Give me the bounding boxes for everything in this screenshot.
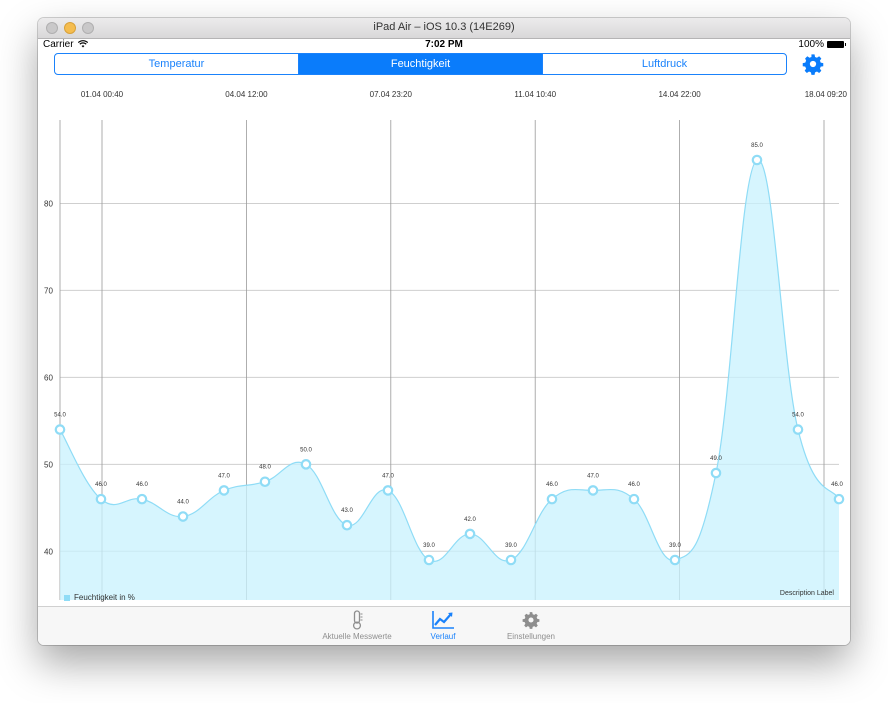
status-bar: Carrier 7:02 PM 100% <box>38 38 850 52</box>
tab-einstellungen[interactable]: Einstellungen <box>493 610 569 641</box>
data-value-label: 42.0 <box>464 517 476 523</box>
chart-legend: Feuchtigkeit in % <box>64 593 135 602</box>
data-value-label: 46.0 <box>95 482 107 488</box>
data-point <box>587 485 599 496</box>
x-tick-label: 07.04 23:20 <box>370 90 413 99</box>
y-tick-label: 80 <box>44 199 53 208</box>
data-value-label: 47.0 <box>218 473 230 479</box>
data-value-label: 46.0 <box>628 482 640 488</box>
data-point <box>464 528 476 540</box>
legend-swatch <box>64 594 70 601</box>
data-value-label: 43.0 <box>341 508 353 514</box>
data-point <box>505 554 517 566</box>
status-time: 7:02 PM <box>425 39 463 50</box>
data-point <box>136 493 148 505</box>
tab-label-verlauf: Verlauf <box>430 632 456 641</box>
data-point <box>792 424 804 435</box>
data-value-label: 39.0 <box>423 543 435 549</box>
gear-icon <box>522 612 540 629</box>
data-value-label: 50.0 <box>300 447 312 453</box>
simulator-window: iPad Air – iOS 10.3 (14E269) Carrier 7:0… <box>38 18 850 645</box>
data-point <box>833 493 845 505</box>
tab-verlauf[interactable]: Verlauf <box>405 610 481 641</box>
x-tick-label: 14.04 22:00 <box>658 90 701 99</box>
humidity-line-chart: 40 50 60 70 80 01.04 00:40 04.04 12:00 07.04 23… <box>44 90 848 600</box>
data-point <box>710 467 722 479</box>
data-point <box>54 424 66 435</box>
window-title: iPad Air – iOS 10.3 (14E269) <box>373 21 515 33</box>
data-value-label: 46.0 <box>136 482 148 488</box>
data-value-label: 39.0 <box>505 543 517 549</box>
tab-label-aktuelle-messwerte: Aktuelle Messwerte <box>322 632 392 641</box>
x-tick-label: 11.04 10:40 <box>514 90 556 99</box>
y-tick-label: 40 <box>44 547 53 556</box>
thermometer-icon <box>352 610 363 630</box>
settings-gear-button[interactable] <box>802 53 824 75</box>
data-value-label: 54.0 <box>792 413 804 419</box>
segment-temperatur[interactable]: Temperatur <box>55 54 298 74</box>
data-point <box>751 154 763 166</box>
data-value-label: 46.0 <box>546 482 558 488</box>
data-value-label: 39.0 <box>669 543 681 549</box>
data-point <box>669 554 681 566</box>
y-tick-label: 70 <box>44 286 53 295</box>
data-value-label: 48.0 <box>259 465 271 471</box>
battery-percent: 100% <box>798 39 824 50</box>
data-point <box>628 493 640 505</box>
data-value-label: 47.0 <box>382 473 394 479</box>
data-point <box>382 485 394 496</box>
segment-feuchtigkeit[interactable]: Feuchtigkeit <box>298 54 542 74</box>
data-value-label: 47.0 <box>587 473 599 479</box>
battery-icon <box>827 41 846 48</box>
data-value-label: 44.0 <box>177 500 189 506</box>
data-point <box>300 459 312 470</box>
y-tick-label: 60 <box>44 373 53 382</box>
tab-bar: Aktuelle Messwerte Verlauf Einstellungen <box>38 606 850 645</box>
x-tick-label: 01.04 00:40 <box>81 90 124 99</box>
x-tick-label: 04.04 12:00 <box>225 90 268 99</box>
data-point <box>177 511 189 522</box>
data-point <box>546 493 558 505</box>
gear-icon <box>802 54 824 75</box>
segment-luftdruck[interactable]: Luftdruck <box>542 54 786 74</box>
data-point <box>95 493 107 505</box>
measurement-segmented-control: Temperatur Feuchtigkeit Luftdruck <box>54 53 787 75</box>
tab-label-einstellungen: Einstellungen <box>506 632 556 641</box>
title-bar: iPad Air – iOS 10.3 (14E269) <box>38 18 850 39</box>
tab-aktuelle-messwerte[interactable]: Aktuelle Messwerte <box>319 610 395 641</box>
chart-description-label: Description Label <box>780 590 835 597</box>
data-value-label: 85.0 <box>751 143 763 149</box>
y-tick-label: 50 <box>44 460 53 469</box>
data-value-label: 54.0 <box>54 413 66 419</box>
data-value-label: 49.0 <box>710 456 722 462</box>
battery-indicator: 100% <box>798 39 846 50</box>
legend-label: Feuchtigkeit in % <box>74 593 135 602</box>
data-point <box>423 554 435 566</box>
data-point <box>341 519 353 531</box>
data-point <box>218 485 230 496</box>
chart-icon <box>432 611 454 629</box>
x-tick-label: 18.04 09:20 <box>805 90 848 99</box>
data-value-label: 46.0 <box>831 482 843 488</box>
area-fill <box>60 159 839 600</box>
data-point <box>259 476 271 488</box>
